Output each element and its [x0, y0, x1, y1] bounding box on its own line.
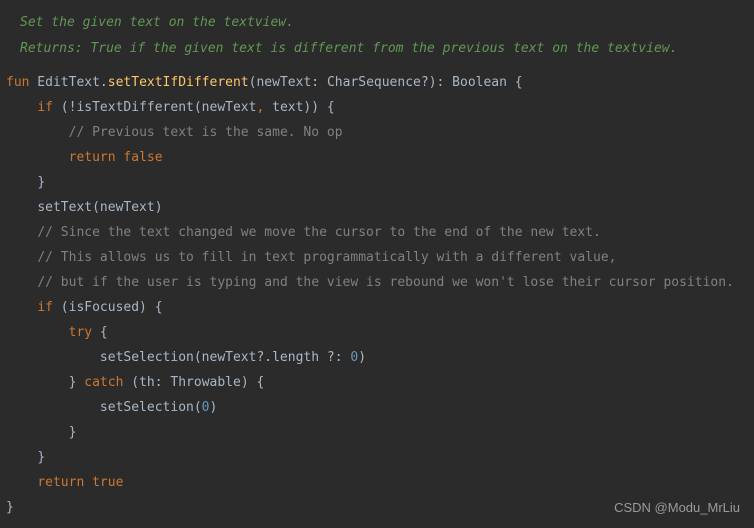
code-line-if2: if (isFocused) { [0, 295, 754, 320]
doc-line-2: Returns: True if the given text is diffe… [20, 36, 754, 62]
code-line-comment-since: // Since the text changed we move the cu… [0, 220, 754, 245]
number-0-b: 0 [202, 400, 210, 415]
brace-close-try: } [69, 375, 85, 390]
type-edittext: EditText. [29, 75, 107, 90]
code-line-if1: if (!isTextDifferent(newText, text)) { [0, 95, 754, 120]
keyword-if-2: if [37, 300, 53, 315]
brace-close-fun: } [6, 500, 14, 515]
if1-cond-b: text)) { [264, 100, 334, 115]
comment-but: // but if the user is typing and the vie… [37, 275, 734, 290]
doc-comment-block: Set the given text on the textview. Retu… [0, 2, 754, 70]
code-editor[interactable]: Set the given text on the textview. Retu… [0, 0, 754, 520]
param-type: CharSequence? [327, 75, 429, 90]
if1-cond-a: (!isTextDifferent(newText [53, 100, 257, 115]
code-line-brace-close-catch: } [0, 420, 754, 445]
setsel2-b: ) [210, 400, 218, 415]
catch-sig: (th: Throwable) { [123, 375, 264, 390]
comment-prev: // Previous text is the same. No op [69, 125, 343, 140]
code-line-fun-decl: fun EditText.setTextIfDifferent(newText:… [0, 70, 754, 95]
doc-line-1: Set the given text on the textview. [20, 10, 754, 36]
if2-cond: (isFocused) { [53, 300, 163, 315]
brace-close-if2: } [37, 450, 45, 465]
comment-since: // Since the text changed we move the cu… [37, 225, 601, 240]
code-line-return-false: return false [0, 145, 754, 170]
settext-call: setText(newText) [37, 200, 162, 215]
code-line-comment-allows: // This allows us to fill in text progra… [0, 245, 754, 270]
ret-type: Boolean [452, 75, 507, 90]
code-line-brace-close-if2: } [0, 445, 754, 470]
code-line-brace-close-1: } [0, 170, 754, 195]
keyword-return: return [69, 150, 116, 165]
code-line-setsel1: setSelection(newText?.length ?: 0) [0, 345, 754, 370]
paren-close: ) [429, 75, 437, 90]
keyword-if: if [37, 100, 53, 115]
keyword-true: true [84, 475, 123, 490]
setsel1-a: setSelection(newText?.length ?: [100, 350, 350, 365]
code-line-setsel2: setSelection(0) [0, 395, 754, 420]
setsel2-a: setSelection( [100, 400, 202, 415]
function-name: setTextIfDifferent [108, 75, 249, 90]
watermark-text: CSDN @Modu_MrLiu [614, 495, 740, 520]
param-colon: : [311, 75, 327, 90]
setsel1-b: ) [358, 350, 366, 365]
ret-colon: : [437, 75, 453, 90]
code-line-comment-prev: // Previous text is the same. No op [0, 120, 754, 145]
param-name: newText [256, 75, 311, 90]
keyword-try: try [69, 325, 92, 340]
keyword-false: false [116, 150, 163, 165]
try-brace: { [92, 325, 108, 340]
keyword-fun: fun [6, 75, 29, 90]
code-line-try: try { [0, 320, 754, 345]
comment-allows: // This allows us to fill in text progra… [37, 250, 616, 265]
keyword-return-2: return [37, 475, 84, 490]
code-line-catch: } catch (th: Throwable) { [0, 370, 754, 395]
code-line-comment-but: // but if the user is typing and the vie… [0, 270, 754, 295]
keyword-catch: catch [84, 375, 123, 390]
brace-open: { [507, 75, 523, 90]
brace-close-catch: } [69, 425, 77, 440]
brace-close: } [37, 175, 45, 190]
code-line-settext: setText(newText) [0, 195, 754, 220]
code-line-return-true: return true [0, 470, 754, 495]
